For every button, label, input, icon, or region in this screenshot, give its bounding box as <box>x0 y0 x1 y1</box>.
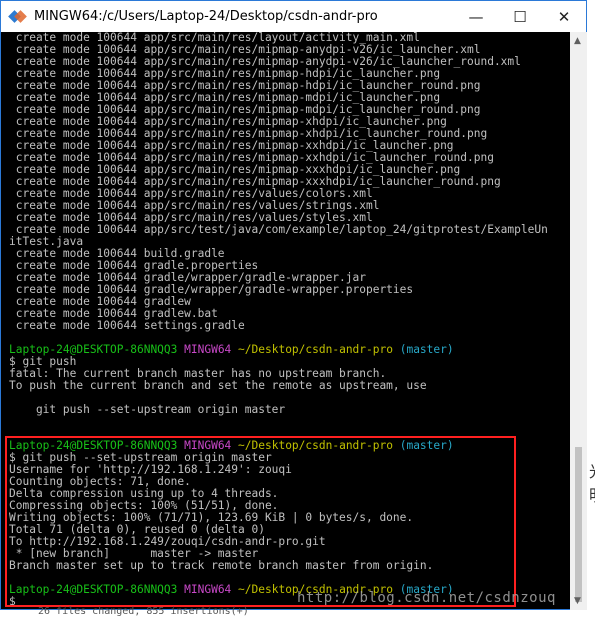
scroll-down-arrow-icon[interactable]: ▼ <box>574 596 581 606</box>
background-area: 26 files changed, 855 insertions(+) <box>0 606 595 617</box>
prompt-user: Laptop-24@DESKTOP-86NNQQ3 <box>9 583 178 596</box>
terminal-line: To push the current branch and set the r… <box>9 379 427 392</box>
maximize-button[interactable]: ☐ <box>498 1 542 32</box>
prompt-env: MINGW64 <box>184 583 232 596</box>
minimize-button[interactable]: — <box>454 1 498 32</box>
scrollbar-thumb[interactable] <box>575 447 582 602</box>
prompt-line: Laptop-24@DESKTOP-86NNQQ3 MINGW64 ~/Desk… <box>1 344 570 356</box>
background-text: 26 files changed, 855 insertions(+) <box>38 606 249 617</box>
terminal-line: create mode 100644 app/src/test/java/com… <box>9 223 548 236</box>
prompt-env: MINGW64 <box>184 343 232 356</box>
prompt-path: ~/Desktop/csdn-andr-pro <box>238 343 393 356</box>
prompt-branch: (master) <box>399 343 454 356</box>
close-button[interactable]: ✕ <box>542 1 586 32</box>
vertical-scrollbar[interactable]: ▲ ▼ <box>570 32 587 610</box>
watermark: http://blog.csdn.net/csdnzouq <box>297 590 556 606</box>
terminal-line: git push --set-upstream origin master <box>9 403 286 416</box>
scroll-up-arrow-icon[interactable]: ▲ <box>574 36 581 46</box>
window-title: MINGW64:/c/Users/Laptop-24/Desktop/csdn-… <box>34 9 378 24</box>
mingw-app-icon <box>8 9 27 25</box>
terminal-window: MINGW64:/c/Users/Laptop-24/Desktop/csdn-… <box>0 0 587 610</box>
terminal-line: Branch master set up to track remote bra… <box>9 559 434 572</box>
prompt-branch: (master) <box>399 439 454 452</box>
background-text-fragment: 光 <box>589 458 595 482</box>
terminal-output[interactable]: create mode 100644 app/src/main/res/layo… <box>1 32 570 610</box>
terminal-line: create mode 100644 settings.gradle <box>9 319 245 332</box>
title-bar[interactable]: MINGW64:/c/Users/Laptop-24/Desktop/csdn-… <box>1 1 586 32</box>
background-text-fragment: 明 <box>589 482 595 506</box>
